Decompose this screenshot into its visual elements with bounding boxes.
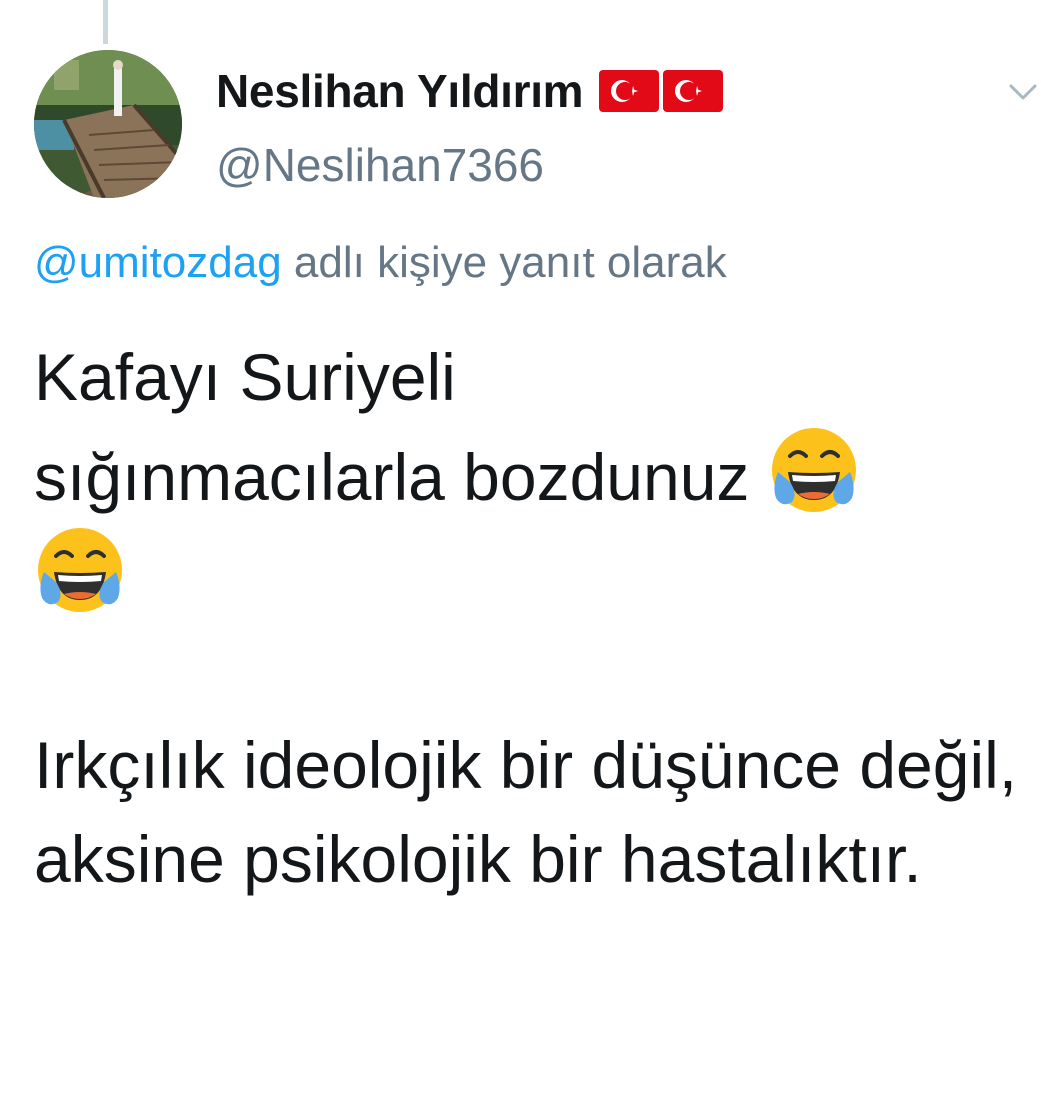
tweet-text-line: sığınmacılarla bozdunuz bbox=[34, 424, 1024, 524]
display-name[interactable]: Neslihan Yıldırım bbox=[216, 64, 584, 118]
reply-context: @umitozdag adlı kişiye yanıt olarak bbox=[34, 238, 727, 288]
tweet-text-paragraph: Irkçılık ideolojik bir düşünce değil, ak… bbox=[34, 728, 1018, 896]
tweet-text-line bbox=[34, 524, 1024, 624]
author-name-row: Neslihan Yıldırım bbox=[216, 62, 724, 120]
face-with-tears-of-joy-icon bbox=[768, 424, 860, 516]
flag-emojis bbox=[599, 70, 724, 112]
reply-context-label: adlı kişiye yanıt olarak bbox=[281, 238, 727, 287]
reply-mention-link[interactable]: @umitozdag bbox=[34, 238, 282, 287]
tweet-body: Kafayı Suriyeli sığınmacılarla bozdunuz bbox=[34, 330, 1024, 906]
thread-connector-line bbox=[103, 0, 108, 44]
tweet-text-fragment: sığınmacılarla bozdunuz bbox=[34, 440, 768, 514]
user-handle[interactable]: @Neslihan7366 bbox=[216, 138, 544, 192]
face-with-tears-of-joy-icon bbox=[34, 524, 126, 616]
tweet-text-line: Kafayı Suriyeli bbox=[34, 340, 456, 414]
turkey-flag-icon bbox=[663, 70, 724, 112]
avatar[interactable] bbox=[34, 50, 182, 198]
turkey-flag-icon bbox=[599, 70, 660, 112]
avatar-image bbox=[34, 50, 182, 198]
chevron-down-icon[interactable] bbox=[1005, 76, 1041, 106]
